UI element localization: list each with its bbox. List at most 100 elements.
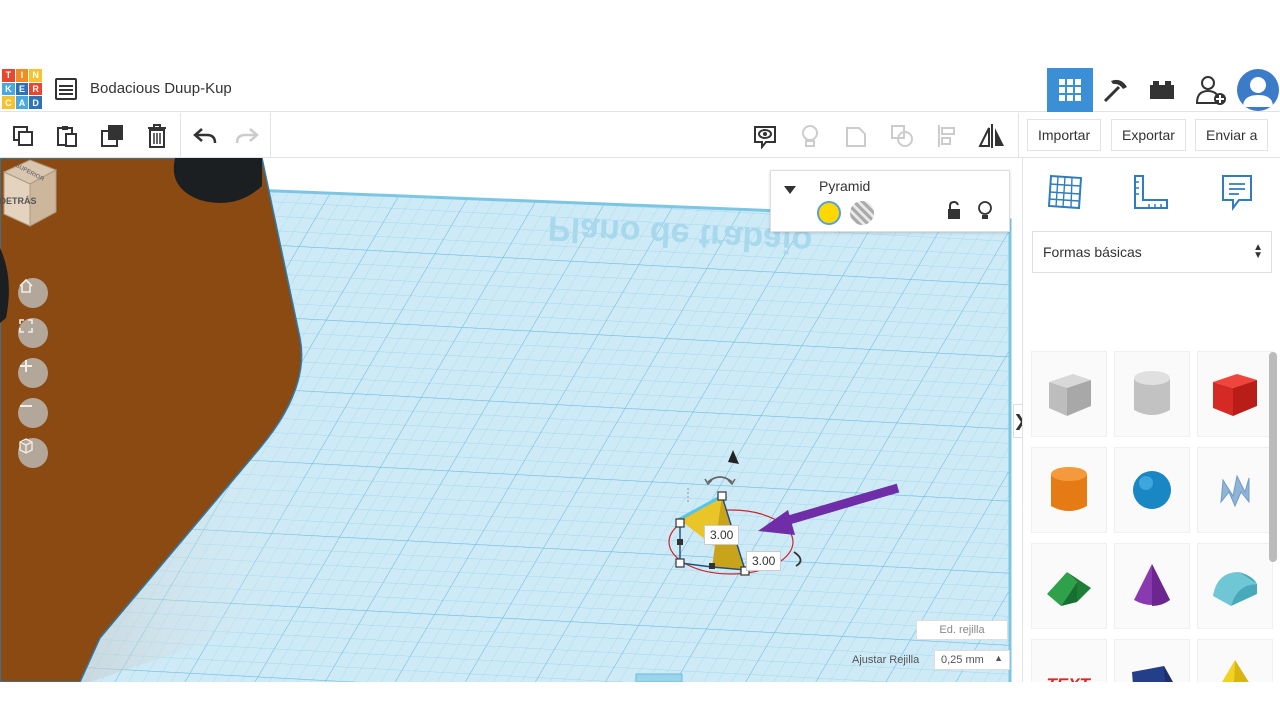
delete-button[interactable]	[142, 121, 172, 151]
shape-cylinder[interactable]	[1031, 447, 1107, 533]
show-all-button[interactable]	[795, 121, 825, 151]
group-icon	[846, 127, 866, 147]
redo-icon	[235, 128, 259, 144]
perspective-button[interactable]	[18, 438, 48, 468]
eye-bubble-icon	[754, 126, 776, 149]
box-hole-icon	[1049, 374, 1091, 416]
dimension-label[interactable]: 3.00	[746, 551, 782, 571]
solid-color-swatch[interactable]	[817, 201, 841, 225]
pickaxe-icon	[1103, 79, 1127, 103]
fit-view-icon	[19, 319, 33, 333]
pyramid-icon	[1222, 660, 1249, 682]
edit-toolbar: Importar Exportar Enviar a	[0, 113, 1280, 158]
panel-scrollbar[interactable]	[1269, 352, 1277, 562]
trash-icon	[148, 124, 166, 148]
duplicate-button[interactable]	[98, 121, 128, 151]
lightbulb-icon	[802, 125, 818, 147]
workplane-canvas[interactable]: Plano de trabajo	[0, 158, 1022, 682]
logo-letter: N	[29, 69, 42, 82]
copy-button[interactable]	[8, 121, 38, 151]
add-user-icon	[1195, 76, 1226, 105]
notes-tab[interactable]	[1215, 170, 1259, 214]
home-view-button[interactable]	[18, 278, 48, 308]
lock-icon[interactable]	[946, 201, 962, 221]
shape-cone[interactable]	[1114, 543, 1190, 629]
bricks-icon	[1150, 81, 1174, 99]
redo-button[interactable]	[232, 121, 262, 151]
shape-name[interactable]: Pyramid	[819, 178, 870, 194]
copy-icon	[13, 126, 33, 146]
align-icon	[938, 125, 955, 147]
ruler-tab[interactable]	[1129, 170, 1173, 214]
caret-up-icon: ▲	[994, 653, 1003, 663]
dimension-label[interactable]: 3.00	[704, 525, 740, 545]
undo-icon	[193, 128, 217, 144]
tinkercad-app: T I N K E R C A D Bodacious Duup-Kup Imp…	[0, 68, 1280, 682]
shape-pyramid[interactable]	[1197, 639, 1273, 682]
ungroup-button[interactable]	[887, 121, 917, 151]
fit-view-button[interactable]	[18, 318, 48, 348]
ruler-icon	[1134, 175, 1168, 209]
shape-box-hole[interactable]	[1031, 351, 1107, 437]
zoom-in-button[interactable]	[18, 358, 48, 388]
logo-letter: D	[29, 96, 42, 109]
logo-letter: E	[15, 82, 29, 96]
panel-toggle-button[interactable]: ❯	[1013, 404, 1022, 438]
invite-user-button[interactable]	[1188, 68, 1234, 112]
shape-box[interactable]	[1197, 351, 1273, 437]
lightbulb-icon[interactable]	[977, 200, 993, 222]
logo-letter: C	[2, 96, 15, 109]
logo-letter: R	[29, 82, 42, 96]
shape-polygon[interactable]	[1114, 639, 1190, 682]
collapse-icon[interactable]	[783, 185, 797, 195]
user-avatar[interactable]	[1237, 69, 1279, 111]
design-menu-icon[interactable]	[55, 78, 77, 100]
box-icon	[1213, 374, 1257, 416]
send-to-button[interactable]: Enviar a	[1195, 119, 1269, 151]
export-button[interactable]: Exportar	[1111, 119, 1186, 151]
select-arrows-icon: ▲ ▼	[1253, 242, 1263, 261]
import-button[interactable]: Importar	[1027, 119, 1102, 151]
viewcube-front-label: DETRÁS	[0, 196, 37, 206]
cube-icon	[19, 438, 33, 454]
notes-view-button[interactable]	[750, 121, 780, 151]
paste-button[interactable]	[52, 121, 82, 151]
shape-sphere[interactable]	[1114, 447, 1190, 533]
mirror-button[interactable]	[977, 121, 1007, 151]
ungroup-icon	[891, 125, 913, 147]
tinkercad-logo[interactable]: T I N K E R C A D	[2, 69, 42, 109]
shape-library-value: Formas básicas	[1043, 244, 1142, 260]
snap-grid-select[interactable]: 0,25 mm ▲	[934, 650, 1010, 670]
top-header: T I N K E R C A D Bodacious Duup-Kup	[0, 68, 1280, 112]
bricks-view-button[interactable]	[1139, 68, 1185, 112]
zoom-out-button[interactable]	[18, 398, 48, 428]
grid-view-button[interactable]	[1047, 68, 1093, 112]
shape-scribble[interactable]	[1197, 447, 1273, 533]
group-button[interactable]	[842, 121, 872, 151]
home-icon	[19, 278, 33, 293]
roof-icon	[1047, 572, 1091, 606]
duplicate-icon	[101, 125, 123, 147]
shape-library-select[interactable]: Formas básicas ▲ ▼	[1032, 231, 1272, 273]
shape-round-roof[interactable]	[1197, 543, 1273, 629]
logo-letter: A	[15, 96, 29, 109]
blocks-view-button[interactable]	[1093, 68, 1139, 112]
polygon-icon	[1132, 666, 1173, 682]
align-button[interactable]	[932, 121, 962, 151]
shape-roof[interactable]	[1031, 543, 1107, 629]
view-cube[interactable]: SUPERIOR DETRÁS	[0, 158, 58, 228]
logo-letter: I	[15, 69, 29, 82]
paste-icon	[57, 126, 77, 147]
workplane-tab[interactable]	[1043, 170, 1087, 214]
workplane-viewport[interactable]: Plano de trabajo 3.00 3.00 SUPERIOR DETR…	[0, 158, 1022, 682]
edit-grid-button[interactable]: Ed. rejilla	[916, 620, 1008, 640]
shape-text[interactable]: TEXT	[1031, 639, 1107, 682]
snap-grid-value: 0,25 mm	[941, 654, 984, 666]
undo-button[interactable]	[190, 121, 220, 151]
shape-cylinder-hole[interactable]	[1114, 351, 1190, 437]
round-roof-icon	[1213, 572, 1257, 606]
text-icon: TEXT	[1045, 674, 1093, 682]
shapes-panel: Formas básicas ▲ ▼	[1022, 158, 1280, 682]
hole-swatch[interactable]	[850, 201, 874, 225]
design-title[interactable]: Bodacious Duup-Kup	[90, 80, 232, 97]
